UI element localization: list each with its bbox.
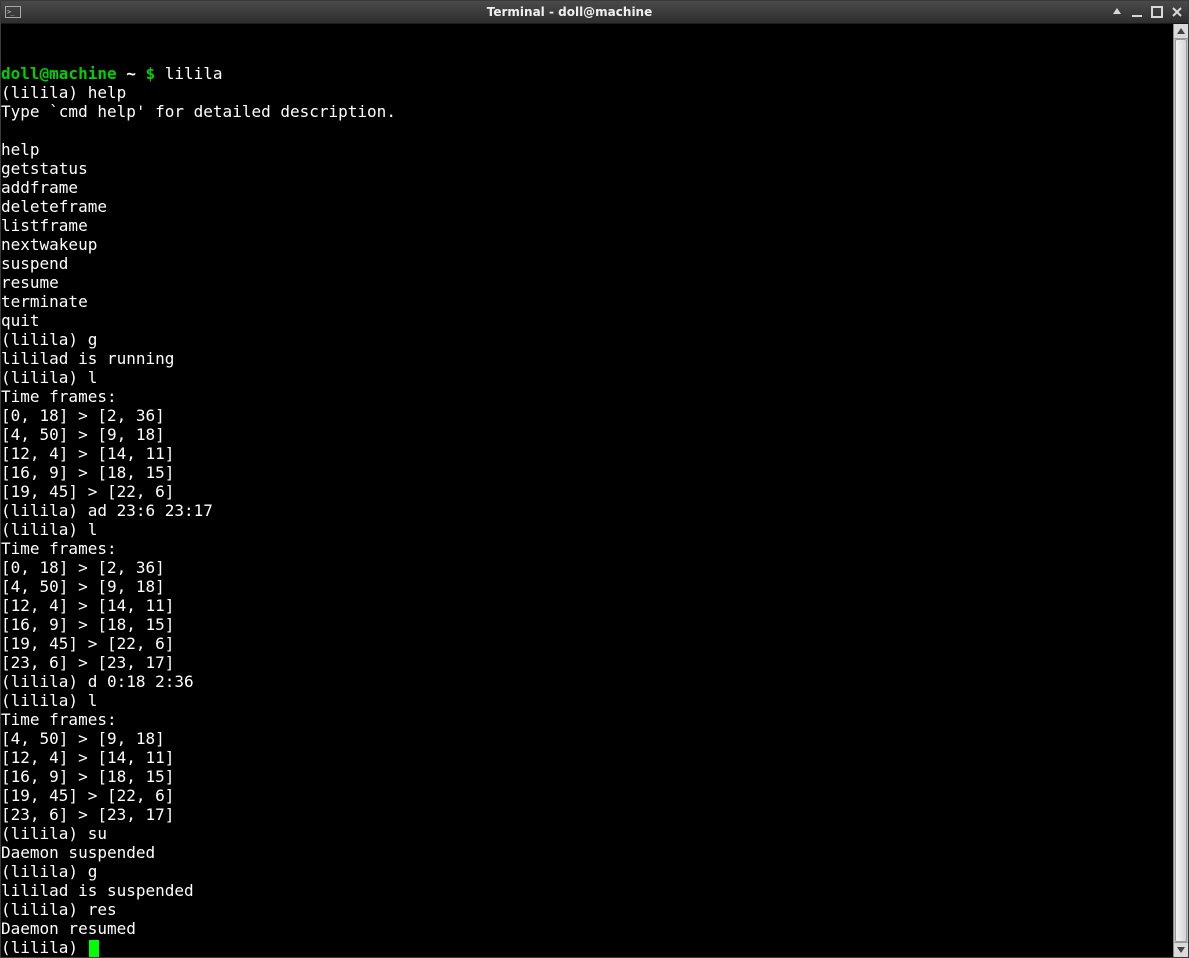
sub-command: help	[88, 83, 127, 102]
terminal-line: Time frames:	[1, 539, 1173, 558]
terminal-line: [12, 4] > [14, 11]	[1, 748, 1173, 767]
sub-prompt: (lilila)	[1, 368, 88, 387]
terminal-line: (lilila) help	[1, 83, 1173, 102]
sub-command: g	[88, 330, 98, 349]
terminal-line: [4, 50] > [9, 18]	[1, 425, 1173, 444]
prompt-user-host: doll@machine	[1, 64, 117, 83]
terminal-line: lililad is running	[1, 349, 1173, 368]
maximize-button[interactable]	[1150, 5, 1164, 19]
sub-prompt: (lilila)	[1, 501, 88, 520]
terminal-line: quit	[1, 311, 1173, 330]
sub-prompt: (lilila)	[1, 824, 88, 843]
terminal-line: listframe	[1, 216, 1173, 235]
terminal-line: [23, 6] > [23, 17]	[1, 805, 1173, 824]
sub-command: ad 23:6 23:17	[88, 501, 213, 520]
terminal-line: terminate	[1, 292, 1173, 311]
terminal-line: Time frames:	[1, 710, 1173, 729]
terminal-line: Daemon suspended	[1, 843, 1173, 862]
terminal-line: (lilila) l	[1, 520, 1173, 539]
terminal-line: [4, 50] > [9, 18]	[1, 577, 1173, 596]
terminal-line: resume	[1, 273, 1173, 292]
terminal-line: (lilila) l	[1, 368, 1173, 387]
terminal-line: [19, 45] > [22, 6]	[1, 786, 1173, 805]
terminal-output[interactable]: doll@machine ~ $ lilila(lilila) helpType…	[1, 24, 1173, 957]
terminal-line: (lilila) l	[1, 691, 1173, 710]
terminal-line: doll@machine ~ $ lilila	[1, 64, 1173, 83]
sub-prompt: (lilila)	[1, 330, 88, 349]
terminal-line: (lilila) g	[1, 330, 1173, 349]
shell-command: lilila	[165, 64, 223, 83]
window-title: Terminal - doll@machine	[29, 5, 1110, 19]
terminal-line: [0, 18] > [2, 36]	[1, 558, 1173, 577]
prompt-path: ~	[117, 64, 136, 83]
sub-prompt: (lilila)	[1, 900, 88, 919]
terminal-line: nextwakeup	[1, 235, 1173, 254]
terminal-line	[1, 121, 1173, 140]
sub-command: l	[88, 691, 98, 710]
sub-prompt: (lilila)	[1, 83, 88, 102]
sub-prompt: (lilila)	[1, 672, 88, 691]
prompt-sign: $	[136, 64, 165, 83]
terminal-line: Daemon resumed	[1, 919, 1173, 938]
terminal-line: [19, 45] > [22, 6]	[1, 482, 1173, 501]
scroll-up-icon[interactable]	[1110, 5, 1124, 19]
scrollbar-track[interactable]	[1174, 39, 1188, 942]
terminal-line: (lilila) su	[1, 824, 1173, 843]
sub-prompt: (lilila)	[1, 691, 88, 710]
terminal-line: suspend	[1, 254, 1173, 273]
terminal-line: (lilila) d 0:18 2:36	[1, 672, 1173, 691]
scrollbar-down-button[interactable]	[1174, 942, 1188, 957]
terminal-app-icon	[5, 6, 21, 18]
sub-command: g	[88, 862, 98, 881]
terminal-line: (lilila) ad 23:6 23:17	[1, 501, 1173, 520]
terminal-body: doll@machine ~ $ lilila(lilila) helpType…	[1, 24, 1188, 957]
terminal-window: Terminal - doll@machine doll@machine ~ $…	[0, 0, 1189, 958]
close-button[interactable]	[1170, 5, 1184, 19]
terminal-line: Type `cmd help' for detailed description…	[1, 102, 1173, 121]
sub-prompt: (lilila)	[1, 520, 88, 539]
terminal-line: addframe	[1, 178, 1173, 197]
terminal-line: [19, 45] > [22, 6]	[1, 634, 1173, 653]
terminal-line: [16, 9] > [18, 15]	[1, 767, 1173, 786]
terminal-line: [16, 9] > [18, 15]	[1, 615, 1173, 634]
terminal-line: [12, 4] > [14, 11]	[1, 444, 1173, 463]
vertical-scrollbar[interactable]	[1173, 24, 1188, 957]
terminal-line: [12, 4] > [14, 11]	[1, 596, 1173, 615]
sub-prompt: (lilila)	[1, 938, 88, 957]
terminal-line: lililad is suspended	[1, 881, 1173, 900]
titlebar[interactable]: Terminal - doll@machine	[1, 1, 1188, 24]
scrollbar-thumb[interactable]	[1175, 39, 1187, 942]
terminal-line: getstatus	[1, 159, 1173, 178]
terminal-line: (lilila) res	[1, 900, 1173, 919]
terminal-line: (lilila) g	[1, 862, 1173, 881]
sub-command: res	[88, 900, 117, 919]
terminal-line: deleteframe	[1, 197, 1173, 216]
terminal-line: [4, 50] > [9, 18]	[1, 729, 1173, 748]
sub-command: l	[88, 520, 98, 539]
terminal-line: [0, 18] > [2, 36]	[1, 406, 1173, 425]
terminal-line: Time frames:	[1, 387, 1173, 406]
terminal-line: [23, 6] > [23, 17]	[1, 653, 1173, 672]
sub-command: su	[88, 824, 107, 843]
sub-command: d 0:18 2:36	[88, 672, 194, 691]
terminal-line: [16, 9] > [18, 15]	[1, 463, 1173, 482]
window-controls	[1110, 5, 1184, 19]
scrollbar-up-button[interactable]	[1174, 24, 1188, 39]
minimize-button[interactable]	[1130, 5, 1144, 19]
terminal-line: help	[1, 140, 1173, 159]
sub-prompt: (lilila)	[1, 862, 88, 881]
sub-command: l	[88, 368, 98, 387]
text-cursor	[89, 940, 99, 957]
terminal-line: (lilila)	[1, 938, 1173, 957]
